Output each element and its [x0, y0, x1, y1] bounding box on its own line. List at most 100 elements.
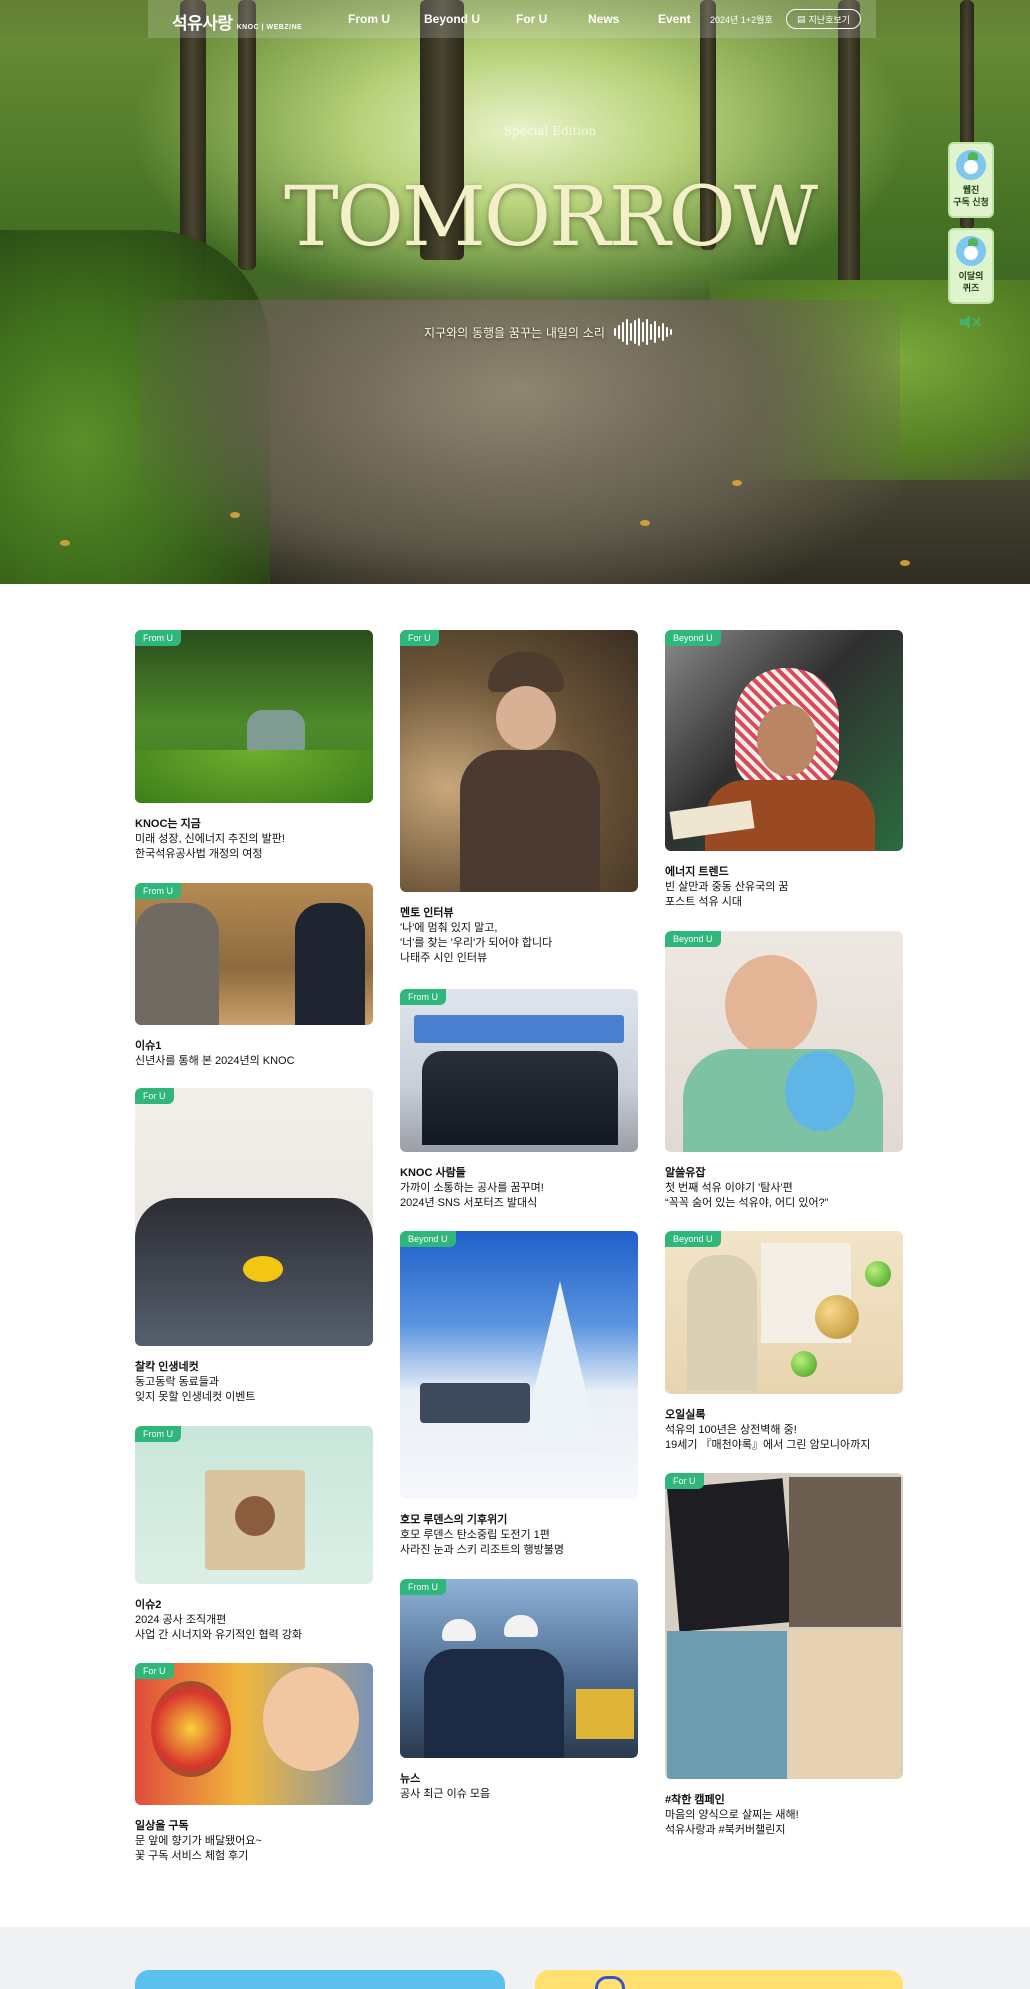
card-category: #착한 캠페인 — [665, 1794, 725, 1806]
tree-trunk — [238, 0, 256, 270]
article-card[interactable]: Beyond U 오일실록 석유의 100년은 상전벽해 중! 19세기 『매천… — [665, 1231, 903, 1453]
ski-lift — [420, 1383, 530, 1423]
card-category: 이슈2 — [135, 1599, 162, 1611]
card-line: 호모 루덴스 탄소중립 도전기 1편 — [400, 1529, 550, 1541]
category-badge: Beyond U — [665, 1231, 721, 1247]
card-line: 잊지 못할 인생네컷 이벤트 — [135, 1391, 256, 1403]
person-image — [295, 903, 365, 1025]
article-card[interactable]: For U 찰칵 인생네컷 동고동락 동료들과 잊지 못할 인생네컷 이벤트 — [135, 1088, 373, 1405]
article-card[interactable]: From U 이슈2 2024 공사 조직개편 사업 간 시너지와 유기적인 협… — [135, 1426, 373, 1643]
helmet-image — [442, 1619, 476, 1641]
person-image — [460, 750, 600, 892]
nav-item-beyond-u[interactable]: Beyond U — [424, 12, 516, 26]
machinery-image — [576, 1689, 634, 1739]
category-badge: From U — [400, 989, 446, 1005]
card-category: 에너지 트렌드 — [665, 866, 729, 878]
nav-item-for-u[interactable]: For U — [516, 12, 588, 26]
card-line: 첫 번째 석유 이야기 '탐사'편 — [665, 1182, 793, 1194]
sign-prop — [243, 1256, 283, 1282]
fallen-leaf — [640, 520, 650, 526]
card-line: 신년사를 통해 본 2024년의 KNOC — [135, 1055, 295, 1067]
fallen-leaf — [60, 540, 70, 546]
footer-illustration — [595, 1976, 625, 1989]
mascot-icon — [956, 236, 986, 266]
resilience-hexagon — [235, 1496, 275, 1536]
article-card[interactable]: For U #착한 캠페인 마음의 양식으로 살찌는 새해! 석유사랑과 #북커… — [665, 1473, 903, 1838]
site-logo[interactable]: 석유사랑 KNOC | WEBZINE — [172, 9, 302, 34]
molecule-image — [815, 1295, 859, 1339]
card-line: 꽃 구독 서비스 체험 후기 — [135, 1850, 249, 1862]
card-line: 공사 최근 이슈 모음 — [400, 1788, 491, 1800]
category-badge: For U — [135, 1088, 174, 1104]
card-category: KNOC는 지금 — [135, 818, 201, 830]
card-category: 멘토 인터뷰 — [400, 907, 454, 919]
mute-icon[interactable] — [958, 314, 982, 330]
card-line: 2024년 SNS 서포터즈 발대식 — [400, 1197, 538, 1209]
card-line: 문 앞에 향기가 배달됐어요~ — [135, 1835, 262, 1847]
moss-image — [135, 750, 373, 803]
article-thumbnail: Beyond U — [665, 931, 903, 1152]
card-line: “꼭꼭 숨어 있는 석유야, 어디 있어?” — [665, 1197, 829, 1209]
article-card[interactable]: Beyond U 호모 루덴스의 기후위기 호모 루덴스 탄소중립 도전기 1편… — [400, 1231, 638, 1558]
past-issues-button[interactable]: ▤ 지난호보기 — [786, 9, 861, 29]
mascot-icon — [956, 150, 986, 180]
logo-brand: 석유사랑 — [172, 14, 233, 34]
card-category: 찰칵 인생네컷 — [135, 1361, 199, 1373]
card-line: 동고동락 동료들과 — [135, 1376, 220, 1388]
category-badge: Beyond U — [400, 1231, 456, 1247]
category-badge: Beyond U — [665, 931, 721, 947]
card-line: '너'를 찾는 '우리'가 되어야 합니다 — [400, 937, 553, 949]
article-card[interactable]: From U 뉴스 공사 최근 이슈 모음 — [400, 1579, 638, 1802]
hero-subtitle: Special Edition — [503, 124, 597, 138]
card-line: 나태주 시인 인터뷰 — [400, 952, 488, 964]
logo-sub: KNOC | WEBZINE — [236, 24, 303, 31]
molecule-image — [791, 1351, 817, 1377]
card-category: 뉴스 — [400, 1773, 421, 1785]
article-card[interactable]: From U KNOC는 지금 미래 성장, 신에너지 추진의 발판! 한국석유… — [135, 630, 373, 862]
card-category: 알쓸유잡 — [665, 1167, 706, 1179]
article-thumbnail: Beyond U — [400, 1231, 638, 1499]
fallen-leaf — [230, 512, 240, 518]
nav-item-news[interactable]: News — [588, 12, 658, 26]
card-line: 마음의 양식으로 살찌는 새해! — [665, 1809, 799, 1821]
card-line: '나'에 멈춰 있지 말고, — [400, 922, 498, 934]
category-badge: From U — [135, 630, 181, 646]
article-card[interactable]: Beyond U 알쓸유잡 첫 번째 석유 이야기 '탐사'편 “꼭꼭 숨어 있… — [665, 931, 903, 1211]
sound-wave-icon — [614, 318, 672, 346]
article-thumbnail: From U — [135, 1426, 373, 1584]
nav-item-event[interactable]: Event — [658, 12, 718, 26]
nav-item-from-u[interactable]: From U — [348, 12, 424, 26]
card-line: 사업 간 시너지와 유기적인 협력 강화 — [135, 1629, 303, 1641]
article-card[interactable]: From U 이슈1 신년사를 통해 본 2024년의 KNOC — [135, 883, 373, 1069]
card-category: KNOC 사람들 — [400, 1167, 466, 1179]
quiz-label: 이달의 퀴즈 — [958, 271, 984, 293]
book-cover — [666, 1478, 796, 1632]
issue-label: 2024년 1+2월호 — [710, 15, 773, 25]
article-thumbnail: From U — [135, 630, 373, 803]
card-line: 가까이 소통하는 공사를 꿈꾸며! — [400, 1182, 544, 1194]
card-line: 2024 공사 조직개편 — [135, 1614, 227, 1626]
group-photo — [422, 1051, 618, 1145]
article-card[interactable]: For U 멘토 인터뷰 '나'에 멈춰 있지 말고, '너'를 찾는 '우리'… — [400, 630, 638, 966]
quiz-button[interactable]: 이달의 퀴즈 — [948, 228, 994, 304]
footer-card-right[interactable] — [535, 1970, 903, 1989]
category-badge: From U — [400, 1579, 446, 1595]
book-icon: ▤ — [797, 13, 806, 24]
card-line: 석유사랑과 #북커버챌린지 — [665, 1824, 786, 1836]
molecule-image — [865, 1261, 891, 1287]
card-line: 사라진 눈과 스키 리조트의 행방불명 — [400, 1544, 565, 1556]
card-category: 오일실록 — [665, 1409, 706, 1421]
card-line: 한국석유공사법 개정의 여정 — [135, 848, 263, 860]
category-badge: From U — [135, 883, 181, 899]
article-card[interactable]: For U 일상을 구독 문 앞에 향기가 배달됐어요~ 꽃 구독 서비스 체험… — [135, 1663, 373, 1864]
worker-image — [424, 1649, 564, 1758]
article-card[interactable]: Beyond U 에너지 트렌드 빈 살만과 중동 산유국의 꿈 포스트 석유 … — [665, 630, 903, 910]
forest-path — [140, 300, 900, 584]
footer-card-left[interactable] — [135, 1970, 505, 1989]
article-thumbnail: Beyond U — [665, 1231, 903, 1394]
scholar-image — [687, 1255, 757, 1391]
category-badge: For U — [135, 1663, 174, 1679]
main-nav: From U Beyond U For U News Event — [348, 0, 718, 38]
subscribe-button[interactable]: 웹진 구독 신청 — [948, 142, 994, 218]
article-card[interactable]: From U KNOC 사람들 가까이 소통하는 공사를 꿈꾸며! 2024년 … — [400, 989, 638, 1211]
